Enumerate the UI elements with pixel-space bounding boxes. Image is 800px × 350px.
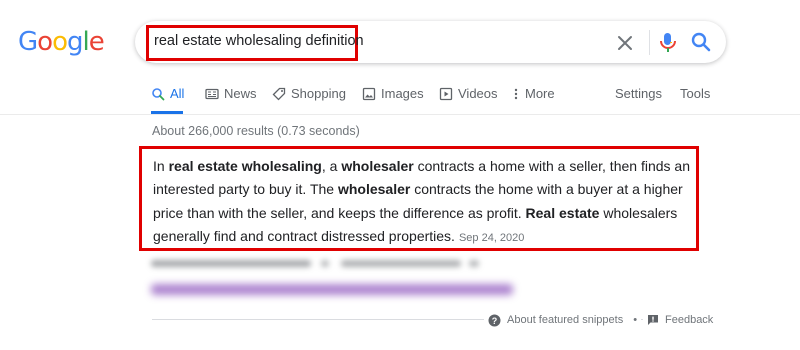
more-vert-icon	[514, 88, 518, 100]
tools-link[interactable]: Tools	[680, 86, 710, 114]
close-icon[interactable]	[612, 30, 638, 56]
search-icon	[152, 88, 165, 101]
snippet-bold-text: real estate wholesaling	[168, 158, 322, 174]
tab-label: More	[525, 86, 555, 101]
snippet-bold-text: wholesaler	[341, 158, 414, 174]
search-input[interactable]: real estate wholesaling definition	[154, 33, 364, 49]
tab-label: Images	[381, 86, 424, 101]
play-icon	[439, 87, 453, 101]
snippet-bold-text: wholesaler	[337, 181, 411, 198]
tab-label: Videos	[458, 86, 498, 101]
help-icon: ?	[488, 314, 501, 326]
tab-more[interactable]: More	[512, 86, 555, 114]
logo-letter: e	[88, 27, 105, 57]
result-title-blurred[interactable]	[151, 279, 513, 299]
search-icon[interactable]	[689, 30, 713, 54]
tab-news[interactable]: News	[205, 86, 257, 114]
settings-label: Settings	[615, 86, 662, 101]
logo-letter: o	[37, 27, 53, 57]
mic-icon[interactable]	[657, 30, 679, 56]
logo-letter: G	[18, 27, 38, 57]
divider	[0, 114, 800, 115]
featured-snippet: In real estate wholesaling, a wholesaler…	[153, 155, 693, 250]
logo-letter: o	[52, 27, 68, 57]
news-icon	[205, 88, 219, 100]
logo-letter: g	[67, 27, 83, 57]
tab-shopping[interactable]: Shopping	[272, 86, 346, 114]
feedback-link[interactable]: Feedback	[643, 312, 718, 328]
tab-all[interactable]: All	[151, 86, 184, 114]
tab-label: All	[170, 86, 185, 101]
google-logo[interactable]: Google	[18, 27, 105, 57]
feedback-icon	[648, 315, 658, 325]
tab-label: Shopping	[291, 86, 346, 101]
snippet-date: Sep 24, 2020	[458, 231, 525, 244]
result-url-blurred[interactable]	[151, 257, 481, 271]
tab-videos[interactable]: Videos	[439, 86, 498, 114]
feedback-label: Feedback	[665, 314, 714, 326]
footer-dot: •	[633, 314, 638, 326]
about-label: About featured snippets	[507, 314, 624, 326]
divider	[649, 30, 650, 55]
tab-label: News	[224, 86, 257, 101]
settings-link[interactable]: Settings	[615, 86, 662, 114]
svg-text:?: ?	[492, 316, 498, 326]
image-icon	[362, 87, 376, 101]
result-stats: About 266,000 results (0.73 seconds)	[152, 124, 360, 138]
snippet-text: In	[153, 158, 169, 174]
tag-icon	[272, 87, 286, 101]
snippet-text: , a	[321, 158, 342, 174]
tools-label: Tools	[680, 86, 711, 101]
snippet-bold-text: Real estate	[525, 204, 600, 221]
about-featured-snippets[interactable]: ? About featured snippets •	[484, 312, 642, 328]
tab-images[interactable]: Images	[362, 86, 424, 114]
